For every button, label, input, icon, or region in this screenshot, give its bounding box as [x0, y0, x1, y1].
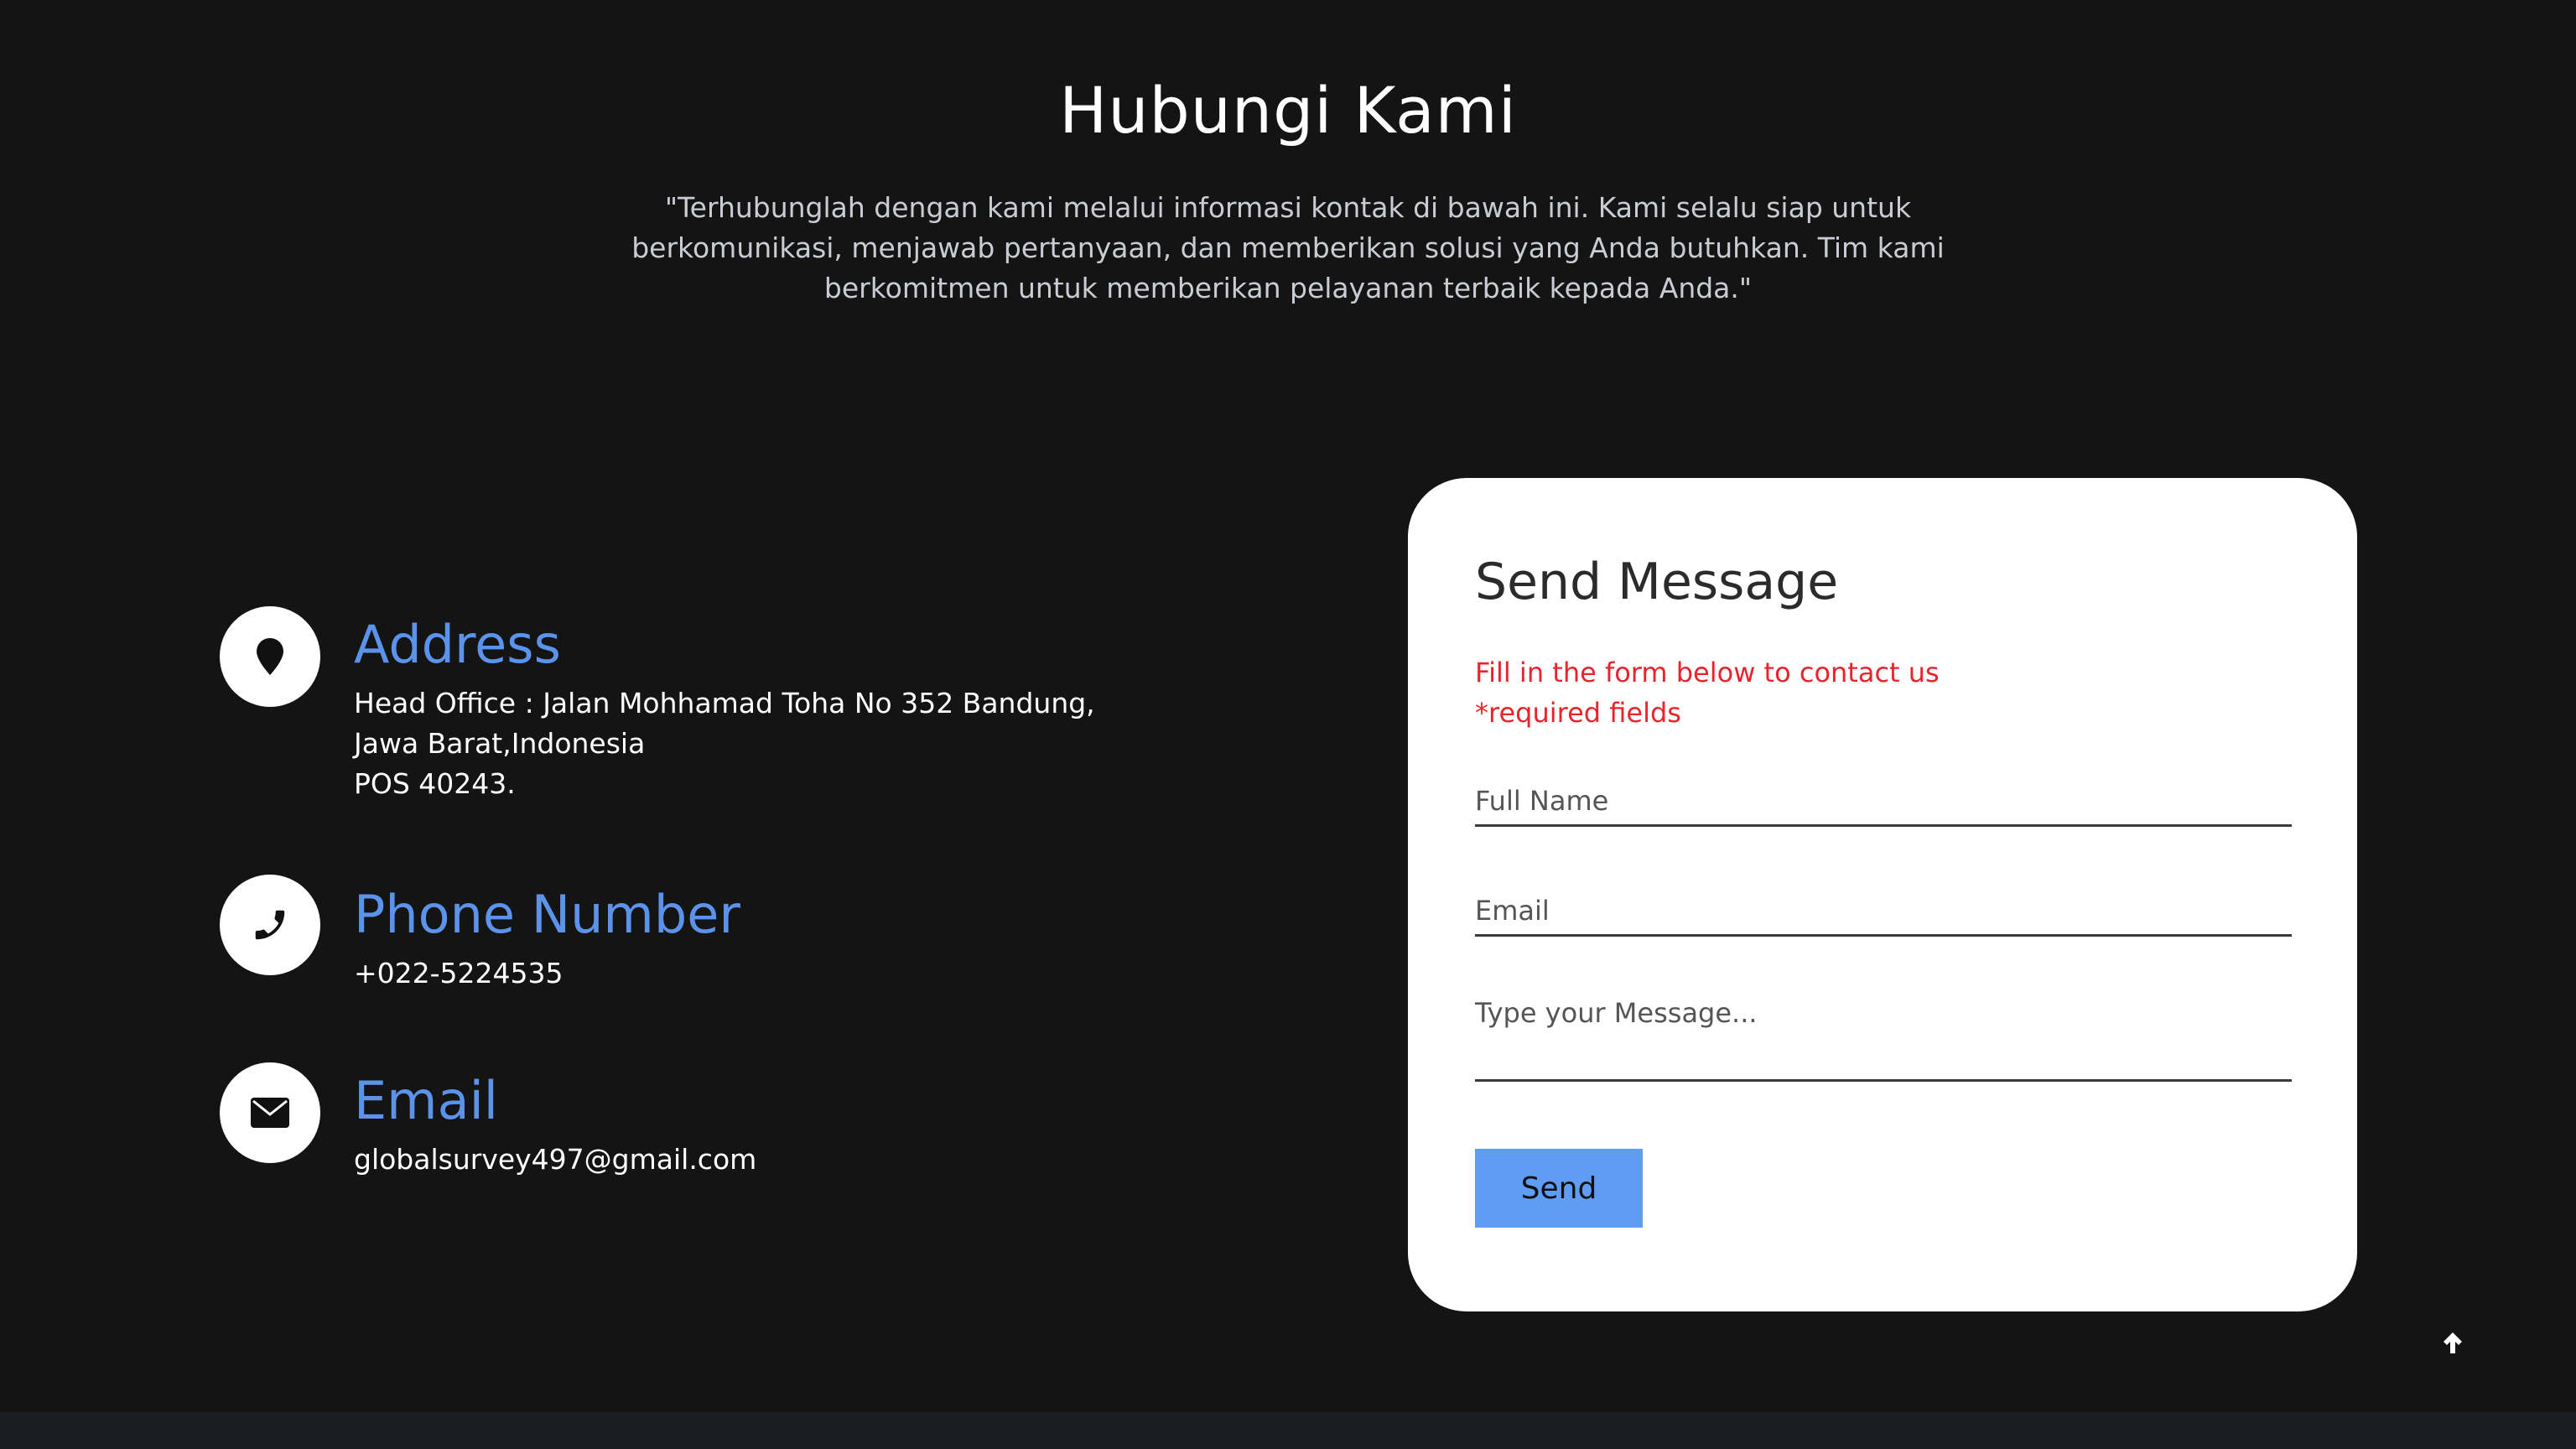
email-field[interactable]: [1475, 886, 2292, 937]
phone-value[interactable]: +022-5224535: [354, 953, 564, 994]
intro-paragraph: "Terhubunglah dengan kami melalui inform…: [617, 188, 1959, 309]
envelope-icon: [220, 1062, 320, 1163]
page-title: Hubungi Kami: [1059, 73, 1517, 148]
required-fields-note: *required fields: [1475, 697, 1681, 729]
email-title: Email: [354, 1070, 499, 1131]
send-message-card: Send Message Fill in the form below to c…: [1408, 478, 2357, 1311]
phone-icon: [220, 875, 320, 975]
form-title: Send Message: [1475, 553, 1839, 611]
address-title: Address: [354, 614, 561, 675]
phone-title: Phone Number: [354, 884, 740, 945]
arrow-up-icon: [2444, 1332, 2462, 1353]
email-value[interactable]: globalsurvey497@gmail.com: [354, 1140, 756, 1180]
full-name-field[interactable]: [1475, 776, 2292, 827]
map-pin-icon: [220, 606, 320, 707]
address-line: Jawa Barat,Indonesia: [354, 727, 646, 760]
send-button[interactable]: Send: [1475, 1149, 1643, 1228]
intro-line: "Terhubunglah dengan kami melalui inform…: [664, 191, 1912, 224]
back-to-top-button[interactable]: [2432, 1322, 2474, 1363]
address-line: POS 40243.: [354, 767, 516, 800]
footer-strip: [0, 1412, 2576, 1449]
form-note: Fill in the form below to contact us: [1475, 657, 1940, 688]
intro-line: berkomitmen untuk memberikan pelayanan t…: [823, 272, 1753, 304]
address-line: Head Office : Jalan Mohhamad Toha No 352…: [354, 687, 1095, 719]
intro-line: berkomunikasi, menjawab pertanyaan, dan …: [631, 231, 1945, 264]
message-field[interactable]: [1475, 986, 2292, 1082]
contact-page: Hubungi Kami "Terhubunglah dengan kami m…: [0, 0, 2576, 1449]
